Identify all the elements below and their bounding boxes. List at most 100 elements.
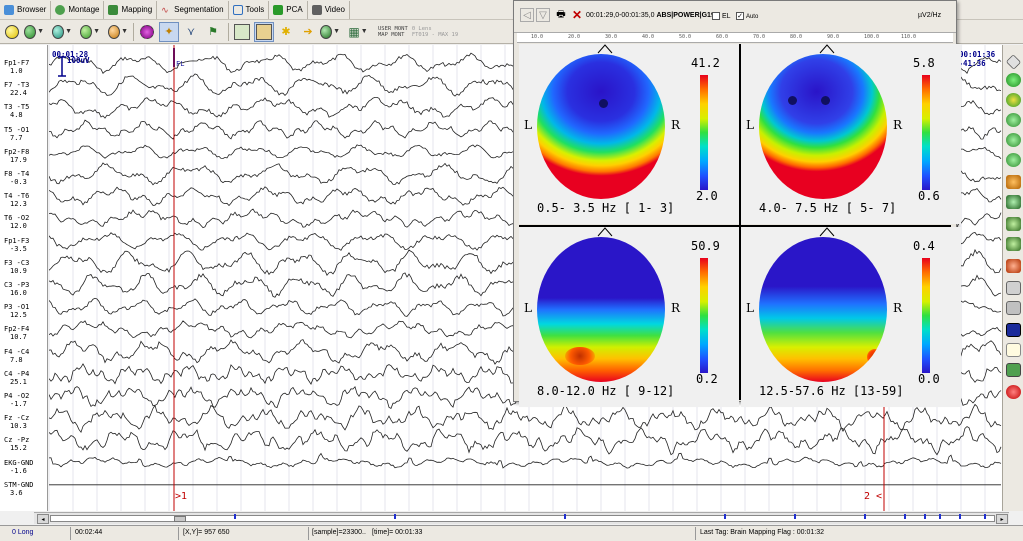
blue-square-button[interactable]	[1006, 323, 1021, 337]
view-button[interactable]	[232, 22, 252, 42]
notch-button[interactable]	[1006, 153, 1021, 167]
scale-min: 0.0	[918, 372, 940, 386]
close-tool-button[interactable]	[1006, 385, 1021, 399]
head-green2-button[interactable]	[1006, 237, 1021, 251]
channel-label[interactable]: F4 -C4 7.8	[4, 348, 29, 364]
topo-map-panel[interactable]: L R 0.4 0.0 12.5-57.6 Hz [13-59]	[741, 227, 961, 407]
head-orange-button[interactable]	[1006, 175, 1021, 189]
diamond-tool-button[interactable]	[1005, 54, 1022, 70]
arrow-button[interactable]: ➔	[298, 22, 318, 42]
channel-label[interactable]: P4 -O2 -1.7	[4, 392, 29, 408]
channel-value: 1.0	[10, 67, 23, 75]
next-button[interactable]: ▽	[536, 8, 550, 22]
marker-button[interactable]: ✦	[159, 21, 179, 42]
ruler-tick: 20.0	[568, 34, 581, 40]
tab-mapping[interactable]: Mapping	[104, 0, 158, 19]
right-toolbar	[1002, 45, 1023, 511]
channel-label[interactable]: EKG-GND -1.6	[4, 459, 34, 475]
head-red-button[interactable]	[1006, 259, 1021, 273]
tab-video[interactable]: Video	[308, 0, 351, 19]
open-file-button[interactable]	[2, 22, 22, 42]
filter-button[interactable]: ▼	[80, 22, 100, 42]
amplitude-button[interactable]	[1006, 93, 1021, 107]
topo-map-panel[interactable]: L R 50.9 0.2 8.0-12.0 Hz [ 9-12]	[519, 227, 739, 407]
channel-label[interactable]: T4 -T6 12.3	[4, 192, 29, 208]
scale-max: 50.9	[691, 239, 720, 253]
channel-label[interactable]: Cz -Pz 15.2	[4, 436, 29, 452]
channel-label[interactable]: Fp1-F7 1.0	[4, 59, 29, 75]
channel-label[interactable]: C4 -P4 25.1	[4, 370, 29, 386]
segmentation-icon: ∿	[161, 4, 169, 15]
map-divider	[739, 44, 741, 400]
montage-select-button[interactable]: ▼	[24, 22, 44, 42]
head-map	[759, 237, 887, 382]
print-icon[interactable]: 🖶	[554, 8, 568, 22]
scroll-left-button[interactable]: ◂	[37, 514, 49, 524]
tab-browser[interactable]: Browser	[0, 0, 52, 19]
channel-name: F4 -C4	[4, 347, 30, 356]
channel-value: 17.9	[10, 155, 27, 164]
channel-label[interactable]: Fp2-F4 10.7	[4, 325, 29, 341]
camera-button[interactable]	[1006, 363, 1021, 377]
scroll-right-button[interactable]: ▸	[996, 514, 1008, 524]
scroll-track[interactable]	[50, 515, 995, 522]
spike-button[interactable]: ⋎	[181, 22, 201, 42]
grey-button[interactable]	[1006, 301, 1021, 315]
tab-pca[interactable]: PCA	[269, 0, 308, 19]
print-button[interactable]	[1006, 281, 1021, 295]
head-green-button[interactable]	[1006, 217, 1021, 231]
marker-left-label[interactable]: >1	[175, 491, 187, 502]
artifact-button[interactable]	[137, 22, 157, 42]
channel-value: -3.5	[10, 244, 27, 253]
tab-segmentation[interactable]: ∿ Segmentation	[157, 0, 229, 19]
map-view-button[interactable]	[254, 21, 274, 42]
mapping-window[interactable]: ◁ ▽ 🖶 ✕ 00:01:29,0-00:01:35,0 ABS|POWER|…	[513, 0, 961, 407]
horizontal-scrollbar[interactable]: ◂ ▸	[34, 512, 1009, 524]
channel-name: EKG-GND	[4, 458, 34, 467]
tab-montage[interactable]: Montage	[51, 0, 105, 19]
channel-label[interactable]: STM-GND 3.6	[4, 481, 34, 497]
el-checkbox[interactable]: EL	[712, 12, 731, 20]
channel-label[interactable]: T3 -T5 4.8	[4, 103, 29, 119]
channel-label[interactable]: Fz -Cz 10.3	[4, 414, 29, 430]
layout-button[interactable]: ▦ ▼	[348, 22, 368, 42]
reference-button[interactable]: ▼	[52, 22, 72, 42]
el-checkbox-box[interactable]	[712, 12, 720, 20]
channel-label[interactable]: T6 -O2 12.0	[4, 214, 29, 230]
eeg-application: Browser Montage Mapping ∿ Segmentation To…	[0, 0, 1023, 541]
tools-icon	[232, 4, 243, 15]
auto-checkbox-box[interactable]: ✓	[736, 12, 744, 20]
close-icon[interactable]: ✕	[570, 8, 584, 22]
event-button[interactable]: ⚑	[203, 22, 223, 42]
sensitivity-button[interactable]: ▼	[108, 22, 128, 42]
ruler-tick: 90.0	[827, 34, 840, 40]
zoom-in-button[interactable]	[1006, 73, 1021, 87]
channel-label[interactable]: Fp1-F3 -3.5	[4, 237, 29, 253]
document-button[interactable]	[1006, 343, 1021, 357]
highpass-button[interactable]	[1006, 133, 1021, 147]
channel-label[interactable]: F3 -C3 10.9	[4, 259, 29, 275]
electrode-dot	[821, 96, 830, 105]
channel-label[interactable]: F8 -T4 -0.3	[4, 170, 29, 186]
auto-checkbox[interactable]: ✓ Auto	[736, 12, 758, 20]
topo-map-panel[interactable]: L R 5.8 0.6 4.0- 7.5 Hz [ 5- 7]	[741, 44, 961, 224]
prev-button[interactable]: ◁	[520, 8, 534, 22]
channel-name: Fp1-F7	[4, 59, 30, 67]
channel-label[interactable]: C3 -P3 16.0	[4, 281, 29, 297]
channel-label[interactable]: T5 -O1 7.7	[4, 126, 29, 142]
tab-tools[interactable]: Tools	[229, 0, 270, 19]
lowpass-button[interactable]	[1006, 113, 1021, 127]
head-map-tool-button[interactable]	[1006, 195, 1021, 209]
highlight-button[interactable]: ✱	[276, 22, 296, 42]
channel-label[interactable]: P3 -O1 12.5	[4, 303, 29, 319]
ruler-tick: 60.0	[716, 34, 729, 40]
channel-label[interactable]: F7 -T3 22.4	[4, 81, 29, 97]
scroll-thumb[interactable]	[174, 516, 186, 522]
head-map-button[interactable]: ▼	[320, 22, 340, 42]
topo-map-panel[interactable]: L R 41.2 2.0 0.5- 3.5 Hz [ 1- 3]	[519, 44, 739, 224]
frequency-band-label: 4.0- 7.5 Hz [ 5- 7]	[759, 201, 897, 215]
channel-label[interactable]: Fp2-F8 17.9	[4, 148, 29, 164]
channel-name: Fp1-F3	[4, 236, 30, 245]
marker-right-label[interactable]: 2 <	[864, 491, 882, 502]
time-range-text: 00:01:29,0-00:01:35,0	[586, 12, 655, 19]
